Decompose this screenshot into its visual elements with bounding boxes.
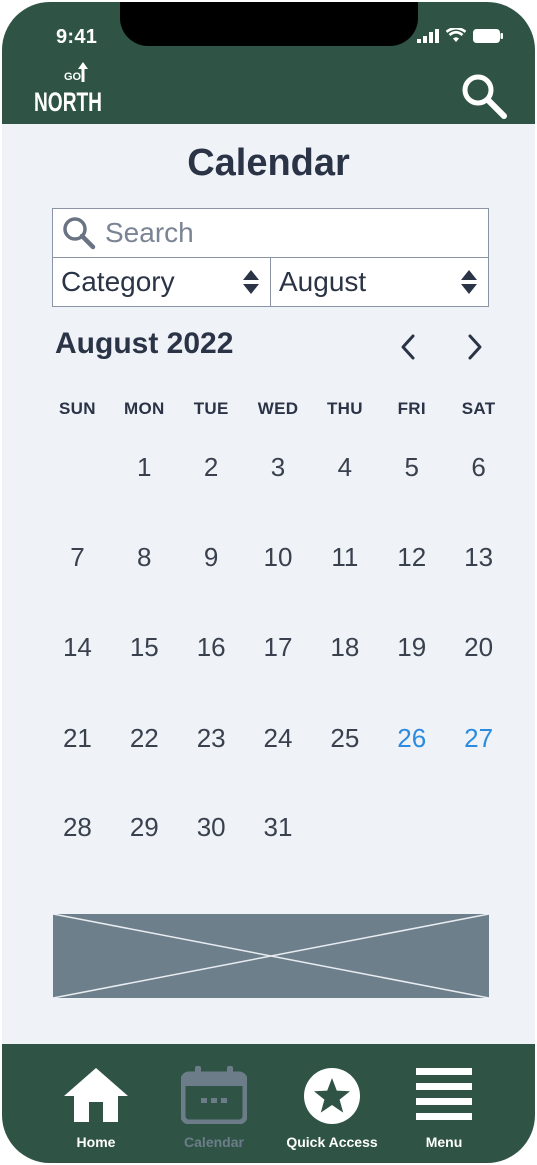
calendar-day[interactable]: 29: [111, 812, 178, 843]
calendar-day[interactable]: 8: [111, 542, 178, 573]
weekday-label: FRI: [397, 399, 426, 418]
calendar-day[interactable]: [378, 812, 445, 843]
calendar-day-highlighted[interactable]: 27: [445, 723, 512, 754]
weekday-header: SUN MON TUE WED THU FRI SAT: [44, 399, 512, 419]
calendar-day[interactable]: [311, 812, 378, 843]
weekday-label: SUN: [59, 399, 96, 418]
weekday-label: THU: [326, 399, 363, 418]
tab-calendar[interactable]: Calendar: [174, 1044, 254, 1163]
status-time: 9:41: [56, 26, 98, 48]
next-month-button[interactable]: [465, 332, 485, 367]
month-select-value: August: [279, 266, 367, 297]
weekday-label: SAT: [461, 399, 496, 418]
wifi-icon: [446, 28, 466, 42]
month-select[interactable]: August: [270, 257, 489, 307]
calendar-week: 1 2 3 4 5 6: [44, 452, 512, 483]
tab-menu[interactable]: Menu: [414, 1044, 474, 1163]
device-notch: [120, 2, 418, 46]
calendar-day[interactable]: 30: [178, 812, 245, 843]
chevron-left-icon: [401, 334, 415, 360]
calendar-day[interactable]: 22: [111, 723, 178, 754]
calendar-day[interactable]: [44, 452, 111, 483]
calendar-day[interactable]: 12: [378, 542, 445, 573]
star-circle-icon: [304, 1068, 360, 1124]
go-north-logo[interactable]: GO NORTH: [34, 56, 106, 121]
calendar-day[interactable]: 25: [311, 723, 378, 754]
calendar-day[interactable]: 21: [44, 723, 111, 754]
weekday-label: WED: [257, 399, 299, 418]
previous-month-button[interactable]: [398, 332, 418, 367]
sort-arrows-icon: [243, 270, 259, 294]
calendar-day-highlighted[interactable]: 26: [378, 723, 445, 754]
home-icon: [64, 1068, 128, 1122]
calendar-day[interactable]: 1: [111, 452, 178, 483]
calendar-day[interactable]: 10: [245, 542, 312, 573]
calendar-week: 7 8 9 10 11 12 13: [44, 542, 512, 573]
chevron-right-icon: [468, 334, 482, 360]
calendar-day[interactable]: 11: [311, 542, 378, 573]
calendar-day[interactable]: 5: [378, 452, 445, 483]
search-icon: [63, 217, 96, 250]
signal-icon: [417, 28, 439, 43]
bottom-tab-bar: Home Calendar Quick Access Menu: [2, 1044, 535, 1163]
calendar-day[interactable]: 19: [378, 632, 445, 663]
tab-label: Quick Access: [286, 1134, 378, 1150]
calendar-day[interactable]: 13: [445, 542, 512, 573]
logo-north-text: NORTH: [34, 87, 102, 116]
image-placeholder: [52, 913, 490, 999]
calendar-day[interactable]: 14: [44, 632, 111, 663]
calendar-day[interactable]: 15: [111, 632, 178, 663]
phone-screen: 9:41 GO NORTH Calendar Search Category A…: [2, 2, 535, 1163]
logo-go-text: GO: [64, 71, 82, 83]
calendar-day[interactable]: 7: [44, 542, 111, 573]
calendar-week: 14 15 16 17 18 19 20: [44, 632, 512, 663]
calendar-day[interactable]: 18: [311, 632, 378, 663]
calendar-week: 28 29 30 31: [44, 812, 512, 843]
tab-home[interactable]: Home: [62, 1044, 130, 1163]
calendar-day[interactable]: 17: [245, 632, 312, 663]
category-select[interactable]: Category: [52, 257, 271, 307]
calendar-day[interactable]: 16: [178, 632, 245, 663]
search-icon: [462, 74, 507, 119]
calendar-day[interactable]: 3: [245, 452, 312, 483]
calendar-day[interactable]: 4: [311, 452, 378, 483]
tab-label: Menu: [425, 1134, 463, 1150]
battery-icon: [473, 28, 503, 43]
calendar-day[interactable]: 28: [44, 812, 111, 843]
calendar-day[interactable]: [445, 812, 512, 843]
tab-quick-access[interactable]: Quick Access: [282, 1044, 382, 1163]
page-title: Calendar: [187, 142, 350, 184]
calendar-icon: [181, 1066, 247, 1124]
calendar-day[interactable]: 20: [445, 632, 512, 663]
search-input[interactable]: [99, 209, 488, 257]
weekday-label: TUE: [193, 399, 229, 418]
calendar-week: 21 22 23 24 25 26 27: [44, 723, 512, 754]
search-field[interactable]: [52, 208, 489, 258]
tab-label: Calendar: [184, 1134, 244, 1150]
tab-label: Home: [76, 1134, 116, 1150]
sort-arrows-icon: [461, 270, 477, 294]
menu-icon: [416, 1068, 472, 1120]
header-search-button[interactable]: [460, 72, 508, 125]
calendar-day[interactable]: 23: [178, 723, 245, 754]
status-icons: [417, 28, 503, 43]
category-select-value: Category: [61, 266, 175, 297]
calendar-day[interactable]: 9: [178, 542, 245, 573]
calendar-day[interactable]: 2: [178, 452, 245, 483]
calendar-day[interactable]: 31: [245, 812, 312, 843]
app-header: 9:41 GO NORTH: [2, 2, 535, 124]
calendar-day[interactable]: 6: [445, 452, 512, 483]
calendar-day[interactable]: 24: [245, 723, 312, 754]
placeholder-cross: [52, 913, 490, 999]
calendar-month-label: August 2022: [55, 327, 234, 360]
weekday-label: MON: [124, 399, 165, 418]
